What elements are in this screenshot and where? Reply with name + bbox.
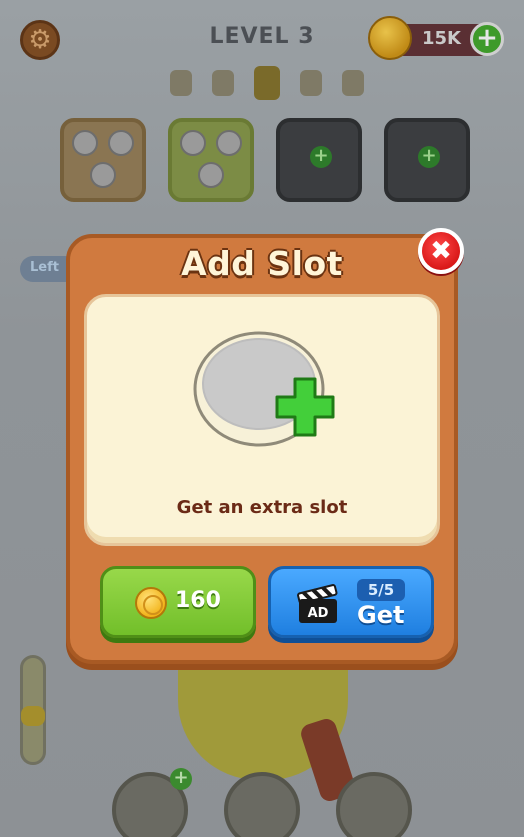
- close-icon: ✖: [430, 236, 452, 266]
- add-slot-tool[interactable]: [112, 772, 188, 837]
- ad-remaining-count: 5/5: [357, 579, 405, 601]
- category-icon-selected[interactable]: [254, 66, 280, 100]
- tray-green[interactable]: [168, 118, 254, 202]
- box-tool[interactable]: [336, 772, 412, 837]
- dialog-title: Add Slot: [181, 244, 343, 283]
- add-coins-plus-icon[interactable]: +: [470, 22, 504, 56]
- close-dialog-button[interactable]: ✖: [418, 228, 464, 274]
- slider-knob[interactable]: [21, 706, 45, 726]
- category-icon[interactable]: [342, 70, 364, 96]
- tray-hole: [180, 130, 206, 156]
- unlock-plus-icon: +: [418, 146, 440, 168]
- tray-row: + +: [60, 118, 470, 202]
- tray-hole: [72, 130, 98, 156]
- ad-badge-label: AD: [308, 606, 329, 621]
- unlock-plus-icon: +: [310, 146, 332, 168]
- tray-hole: [108, 130, 134, 156]
- zoom-slider[interactable]: [20, 655, 46, 765]
- watch-ad-button[interactable]: AD 5/5 Get: [268, 566, 434, 638]
- tray-hole: [198, 162, 224, 188]
- coin-amount: 15K: [422, 28, 461, 49]
- tray-wood[interactable]: [60, 118, 146, 202]
- tray-locked[interactable]: +: [276, 118, 362, 202]
- coin-price: 160: [175, 588, 221, 613]
- coin-icon: [135, 587, 167, 619]
- bottom-toolbar: [112, 772, 412, 837]
- tray-hole: [216, 130, 242, 156]
- ad-get-label: Get: [357, 601, 405, 629]
- coin-balance: 15K +: [368, 16, 504, 60]
- dialog-content-panel: Get an extra slot: [84, 294, 440, 546]
- buy-with-coins-button[interactable]: 160: [100, 566, 256, 638]
- slot-plus-icon: [193, 331, 335, 447]
- category-icon[interactable]: [170, 70, 192, 96]
- tray-locked[interactable]: +: [384, 118, 470, 202]
- category-strip: [170, 66, 364, 100]
- category-icon[interactable]: [300, 70, 322, 96]
- tray-hole: [90, 162, 116, 188]
- clapperboard-icon: AD: [297, 584, 338, 623]
- dialog-caption: Get an extra slot: [176, 497, 348, 518]
- coin-icon: [368, 16, 412, 60]
- category-icon[interactable]: [212, 70, 234, 96]
- add-slot-dialog: Add Slot Get an extra slot 160 AD 5/5 Ge…: [66, 234, 458, 664]
- stapler-tool[interactable]: [224, 772, 300, 837]
